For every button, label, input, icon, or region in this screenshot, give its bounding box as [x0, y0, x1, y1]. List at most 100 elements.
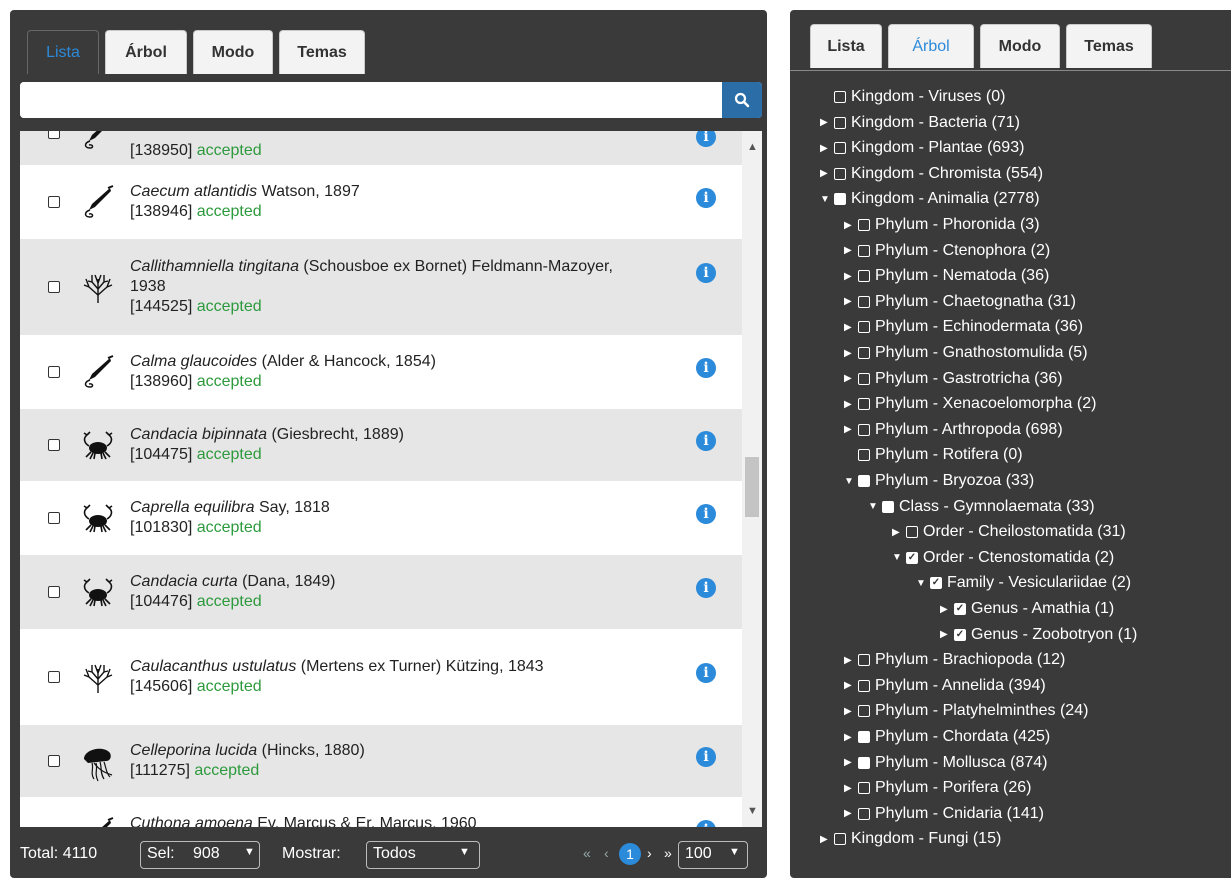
- tree-checkbox[interactable]: [834, 833, 846, 846]
- search-input[interactable]: [20, 82, 722, 118]
- species-name[interactable]: Caulacanthus ustulatus: [130, 658, 296, 675]
- caret-right-icon[interactable]: ▶: [820, 117, 834, 128]
- tree-checkbox[interactable]: [954, 603, 966, 615]
- tree-node[interactable]: ▶ Kingdom - Bacteria (71): [820, 111, 1020, 135]
- tree-node[interactable]: ▶ Phylum - Arthropoda (698): [844, 418, 1063, 442]
- mostrar-dropdown[interactable]: Todos ▼: [366, 841, 480, 869]
- list-item[interactable]: Caecum atlantidis Watson, 1897 [138946] a…: [20, 165, 742, 239]
- info-icon[interactable]: i: [696, 263, 716, 283]
- info-icon[interactable]: i: [696, 663, 716, 683]
- tree-checkbox[interactable]: [858, 756, 870, 769]
- tree-node[interactable]: ▶ Phylum - Gastrotricha (36): [844, 367, 1063, 391]
- info-icon[interactable]: i: [696, 188, 716, 208]
- row-checkbox[interactable]: [48, 366, 60, 378]
- tree-checkbox[interactable]: [858, 321, 870, 334]
- tree-checkbox[interactable]: [858, 782, 870, 795]
- tree-checkbox[interactable]: [882, 500, 894, 513]
- tab-lista[interactable]: Lista: [27, 30, 99, 74]
- species-name[interactable]: Callithamniella tingitana: [130, 258, 299, 275]
- info-icon[interactable]: i: [696, 504, 716, 524]
- tree-node[interactable]: ▼ Kingdom - Animalia (2778): [820, 187, 1040, 211]
- info-icon[interactable]: i: [696, 131, 716, 147]
- tree-checkbox[interactable]: [906, 551, 918, 564]
- row-checkbox[interactable]: [48, 671, 60, 683]
- tree-node[interactable]: ▶ Kingdom - Plantae (693): [820, 136, 1024, 160]
- tab-temas[interactable]: Temas: [279, 30, 365, 74]
- list-item[interactable]: Callithamniella tingitana (Schousboe ex …: [20, 239, 742, 335]
- tree-checkbox[interactable]: [834, 116, 846, 129]
- caret-right-icon[interactable]: ▶: [844, 373, 858, 384]
- tree-node[interactable]: ▶ Phylum - Echinodermata (36): [844, 315, 1083, 339]
- scroll-thumb[interactable]: [745, 457, 759, 517]
- caret-right-icon[interactable]: ▶: [844, 680, 858, 691]
- row-checkbox[interactable]: [48, 586, 60, 598]
- row-checkbox[interactable]: [48, 131, 60, 139]
- tab-modo[interactable]: Modo: [193, 30, 273, 74]
- caret-right-icon[interactable]: ▶: [892, 527, 906, 538]
- species-name[interactable]: Candacia curta: [130, 573, 238, 590]
- tree-checkbox[interactable]: [858, 398, 870, 411]
- caret-down-icon[interactable]: ▼: [844, 476, 858, 487]
- species-name[interactable]: Cuthona amoena: [130, 815, 253, 827]
- tree-checkbox[interactable]: [930, 577, 942, 590]
- tree-checkbox[interactable]: [858, 731, 870, 743]
- tree-node[interactable]: ▶ Phylum - Mollusca (874): [844, 751, 1048, 775]
- tree-checkbox[interactable]: [858, 807, 870, 820]
- tree-node[interactable]: ▼ Phylum - Bryozoa (33): [844, 469, 1034, 493]
- caret-right-icon[interactable]: ▶: [844, 783, 858, 794]
- tree-checkbox[interactable]: [858, 475, 870, 487]
- page-size-dropdown[interactable]: 100 ▼: [678, 841, 748, 869]
- info-icon[interactable]: i: [696, 358, 716, 378]
- tree-node[interactable]: ▼ Family - Vesiculariidae (2): [916, 571, 1131, 595]
- row-checkbox[interactable]: [48, 755, 60, 767]
- species-name[interactable]: Celleporina lucida: [130, 742, 257, 759]
- tree-node[interactable]: ▶ Phylum - Porifera (26): [844, 776, 1032, 800]
- search-button[interactable]: [722, 82, 762, 118]
- list-item[interactable]: Calma glaucoides (Alder & Hancock, 1854)…: [20, 335, 742, 409]
- last-page-button[interactable]: »: [664, 845, 672, 861]
- caret-down-icon[interactable]: ▼: [892, 552, 906, 563]
- tree-checkbox[interactable]: [954, 628, 966, 641]
- prev-page-button[interactable]: ‹: [604, 845, 609, 861]
- tree-checkbox[interactable]: [858, 705, 870, 718]
- row-checkbox[interactable]: [48, 196, 60, 208]
- tab-arbol[interactable]: Árbol: [888, 24, 974, 68]
- list-item[interactable]: Caulacanthus ustulatus (Mertens ex Turne…: [20, 629, 742, 725]
- tree-node[interactable]: ▶ Kingdom - Chromista (554): [820, 162, 1043, 186]
- list-scrollbar[interactable]: ▲ ▼: [742, 131, 762, 827]
- tree-checkbox[interactable]: [834, 193, 846, 206]
- tree-node[interactable]: ▶ Phylum - Chaetognatha (31): [844, 290, 1076, 314]
- tree-node[interactable]: ▶ Kingdom - Fungi (15): [820, 827, 1001, 851]
- caret-right-icon[interactable]: ▶: [844, 271, 858, 282]
- tree-checkbox[interactable]: [858, 423, 870, 436]
- next-page-button[interactable]: ›: [647, 845, 652, 861]
- caret-right-icon[interactable]: ▶: [820, 143, 834, 154]
- caret-right-icon[interactable]: ▶: [844, 706, 858, 717]
- selection-dropdown[interactable]: Sel: 908 ▼: [140, 841, 260, 869]
- tree-node[interactable]: ▶ Phylum - Chordata (425): [844, 725, 1050, 749]
- caret-right-icon[interactable]: ▶: [940, 629, 954, 640]
- tab-modo[interactable]: Modo: [980, 24, 1060, 68]
- tree-checkbox[interactable]: [858, 270, 870, 283]
- info-icon[interactable]: i: [696, 578, 716, 598]
- caret-right-icon[interactable]: ▶: [844, 399, 858, 410]
- tree-checkbox[interactable]: [858, 244, 870, 257]
- tree-node[interactable]: ▶ Phylum - Annelida (394): [844, 674, 1046, 698]
- caret-right-icon[interactable]: ▶: [844, 757, 858, 768]
- list-item[interactable]: Candacia curta (Dana, 1849) [104476] acce…: [20, 555, 742, 629]
- info-icon[interactable]: i: [696, 820, 716, 827]
- info-icon[interactable]: i: [696, 747, 716, 767]
- caret-down-icon[interactable]: ▼: [820, 194, 834, 205]
- caret-right-icon[interactable]: ▶: [940, 604, 954, 615]
- tree-node[interactable]: ▶ Genus - Amathia (1): [940, 597, 1114, 621]
- species-name[interactable]: Caprella equilibra: [130, 499, 255, 516]
- caret-right-icon[interactable]: ▶: [844, 655, 858, 666]
- tree-node[interactable]: ▶ Phylum - Ctenophora (2): [844, 239, 1050, 263]
- list-item[interactable]: Cuthona amoena Ev. Marcus & Er. Marcus, …: [20, 797, 742, 827]
- caret-right-icon[interactable]: ▶: [844, 348, 858, 359]
- tree-checkbox[interactable]: [858, 449, 870, 462]
- list-item[interactable]: Celleporina lucida (Hincks, 1880) [111275…: [20, 725, 742, 797]
- list-item[interactable]: [138950] accepted i: [20, 131, 742, 165]
- tree-node[interactable]: Phylum - Rotifera (0): [844, 443, 1023, 467]
- tree-checkbox[interactable]: [858, 347, 870, 359]
